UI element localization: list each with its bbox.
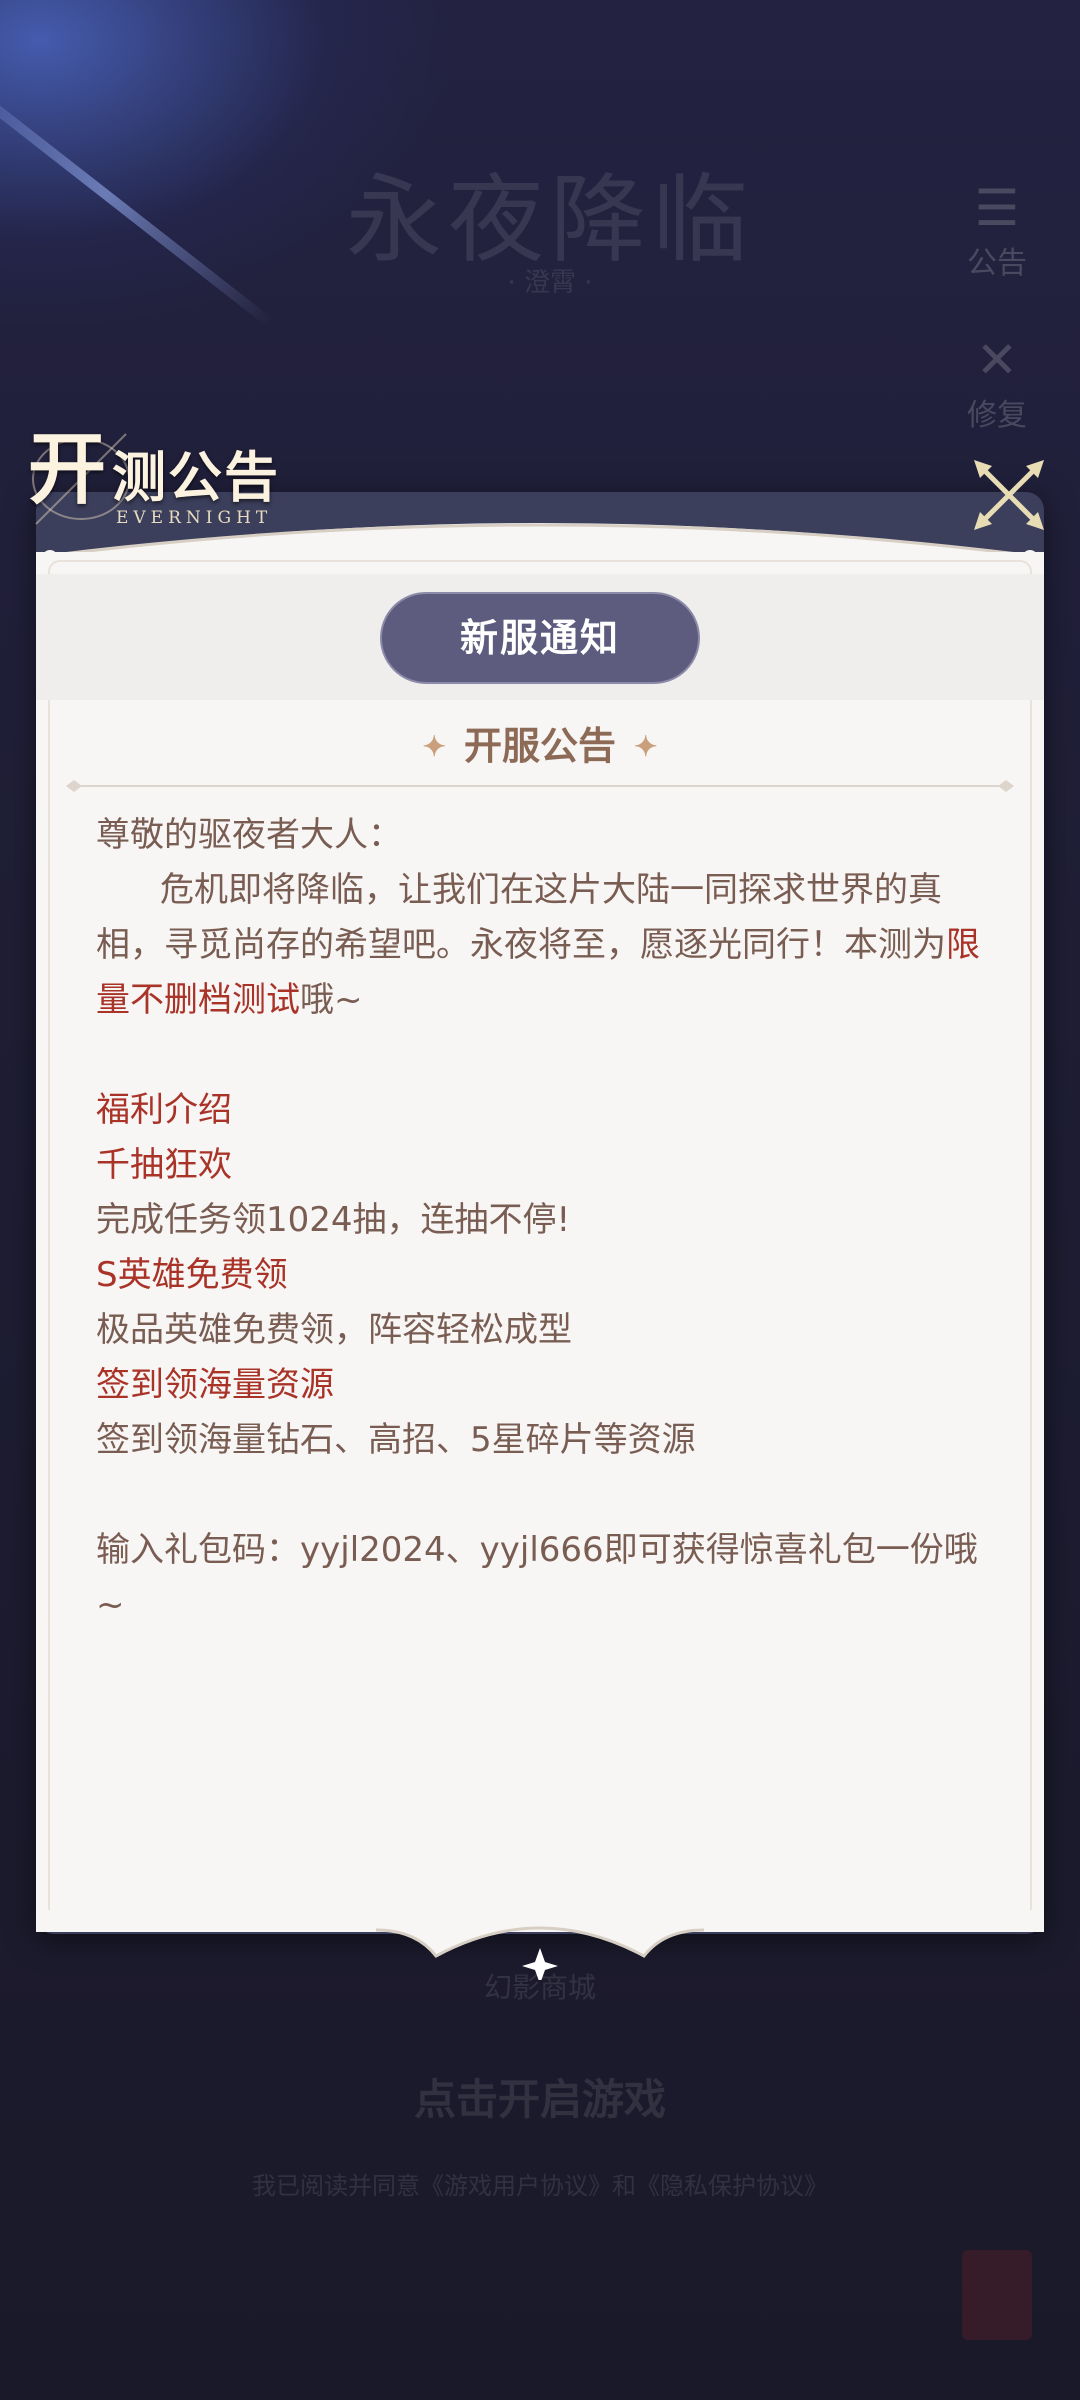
intro-text: 危机即将降临，让我们在这片大陆一同探求世界的真相，寻觅尚存的希望吧。永夜将至，愿…: [96, 870, 946, 965]
tab-new-server-notice[interactable]: 新服通知: [380, 592, 700, 684]
frame-bottom-ornament: [36, 1910, 1044, 1980]
notice-icon: ☰: [974, 179, 1020, 237]
sparkle-icon: ✦: [634, 729, 658, 763]
welfare-title: 福利介绍: [96, 1090, 232, 1130]
intro-paragraph: 危机即将降临，让我们在这片大陆一同探求世界的真相，寻觅尚存的希望吧。永夜将至，愿…: [96, 863, 986, 1028]
side-button-notice-label: 公告: [967, 246, 1027, 281]
repair-icon: ✕: [976, 331, 1018, 389]
welfare-item-title: 千抽狂欢: [96, 1145, 232, 1185]
gift-code-text: 输入礼包码：yyjl2024、yyjl666即可获得惊喜礼包一份哦~: [96, 1530, 978, 1625]
welfare-item-title: S英雄免费领: [96, 1255, 288, 1295]
agreement-hint[interactable]: 我已阅读并同意《游戏用户协议》和《隐私保护协议》: [0, 2166, 1080, 2201]
title-english: EVERNIGHT: [116, 508, 273, 528]
welfare-item-desc: 签到领海量钻石、高招、5星碎片等资源: [96, 1420, 696, 1460]
welfare-item-title: 签到领海量资源: [96, 1365, 334, 1405]
welfare-item-desc: 极品英雄免费领，阵容轻松成型: [96, 1310, 572, 1350]
section-title-text: 开服公告: [463, 723, 616, 768]
announcement-body: 尊敬的驱夜者大人： 危机即将降临，让我们在这片大陆一同探求世界的真相，寻觅尚存的…: [96, 808, 986, 1633]
start-game-hint[interactable]: 点击开启游戏: [0, 2066, 1080, 2127]
title-first-char: 开: [28, 424, 107, 515]
close-icon[interactable]: [970, 456, 1048, 534]
sparkle-icon: ✦: [422, 729, 446, 763]
greeting: 尊敬的驱夜者大人：: [96, 815, 402, 855]
welfare-item-desc: 完成任务领1024抽，连抽不停!: [96, 1200, 571, 1240]
side-button-repair-label: 修复: [967, 398, 1027, 433]
section-title: ✦ 开服公告 ✦: [0, 716, 1080, 776]
side-button-notice[interactable]: ☰ 公告: [952, 178, 1042, 282]
title-rest: 测公告: [112, 445, 280, 509]
age-rating-badge: [962, 2250, 1032, 2340]
section-divider: [66, 780, 1014, 792]
announcement-title: 开 测公告 EVERNIGHT: [28, 420, 368, 540]
intro-tail: 哦~: [300, 980, 363, 1020]
side-button-repair[interactable]: ✕ 修复: [952, 330, 1042, 434]
game-logo-sub: · 澄霄 ·: [507, 268, 593, 298]
